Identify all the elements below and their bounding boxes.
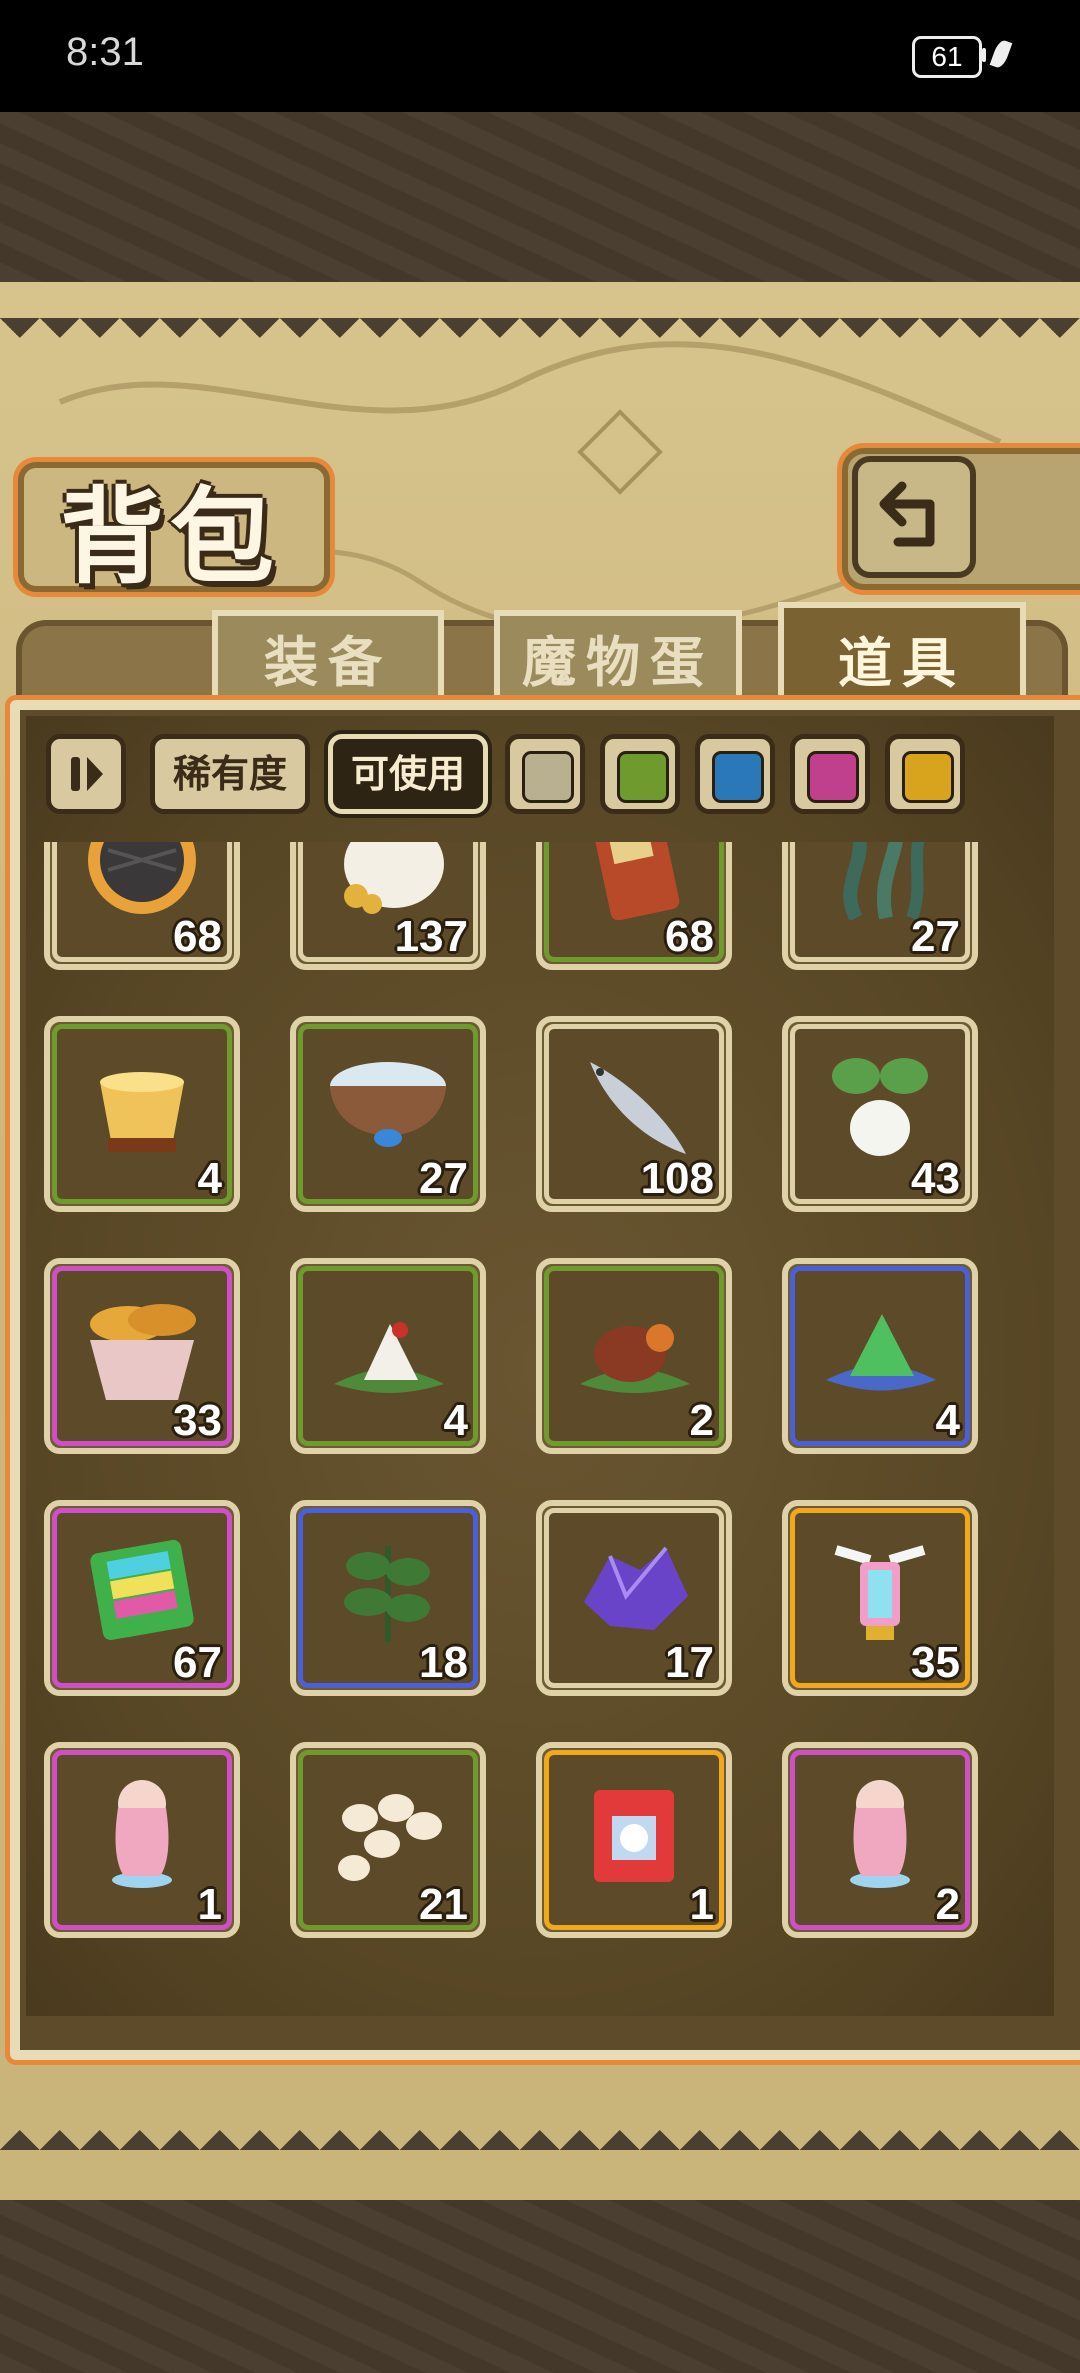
map-background-top — [0, 112, 1080, 282]
tab-equipment[interactable]: 装备 — [212, 610, 444, 708]
item-count: 108 — [640, 1154, 714, 1203]
item-slot-bread-basket[interactable]: 33 — [44, 1258, 240, 1454]
meat-icon — [580, 1324, 690, 1393]
rarity-blue-swatch — [712, 751, 764, 803]
status-bar: 8:31 61 — [0, 0, 1080, 112]
item-count: 4 — [443, 1396, 468, 1445]
torn-edge-bottom — [0, 2110, 1080, 2150]
usable-filter-button[interactable]: 可使用 — [328, 734, 488, 814]
tab-items[interactable]: 道具 — [778, 602, 1026, 712]
item-count: 35 — [911, 1638, 960, 1687]
item-slot-coin-sack[interactable]: 137 — [290, 842, 486, 970]
gift-box-icon — [594, 1790, 674, 1882]
item-count: 21 — [419, 1880, 468, 1929]
rarity-green-filter[interactable] — [600, 734, 680, 814]
rarity-gold-filter[interactable] — [885, 734, 965, 814]
item-count: 137 — [394, 912, 468, 961]
cookie-icon — [88, 842, 196, 914]
item-slot-radish[interactable]: 43 — [782, 1016, 978, 1212]
sort-toggle-button[interactable] — [46, 734, 126, 814]
item-slot-rice-dumpling[interactable]: 4 — [290, 1258, 486, 1454]
crystal-icon — [584, 1546, 688, 1630]
battery-nub — [982, 48, 986, 62]
figure-icon — [112, 1780, 172, 1888]
item-slot-herb-leaf[interactable]: 18 — [290, 1500, 486, 1696]
item-slot-jade-dumpling[interactable]: 4 — [782, 1258, 978, 1454]
item-slot-crystal-ore[interactable]: 17 — [536, 1500, 732, 1696]
page-title: 背包 — [60, 475, 281, 598]
item-count: 33 — [173, 1396, 222, 1445]
bread-basket-icon — [90, 1304, 196, 1400]
rarity-white-swatch — [522, 751, 574, 803]
item-count: 1 — [197, 1880, 222, 1929]
item-count: 1 — [689, 1880, 714, 1929]
eggs-icon — [338, 1794, 442, 1881]
item-count: 67 — [173, 1638, 222, 1687]
item-count: 27 — [911, 912, 960, 961]
snack-bag-icon — [591, 842, 680, 920]
item-slot-seaweed[interactable]: 27 — [782, 842, 978, 970]
pudding-icon — [100, 1072, 184, 1152]
leaf-icon — [344, 1546, 430, 1642]
map-background-bottom — [0, 2200, 1080, 2373]
item-slot-pudding[interactable]: 4 — [44, 1016, 240, 1212]
jelly-icon — [90, 1539, 194, 1641]
figure-icon — [850, 1780, 910, 1888]
item-slot-water-bowl[interactable]: 27 — [290, 1016, 486, 1212]
item-count: 4 — [197, 1154, 222, 1203]
item-slot-mystery-box[interactable]: 1 — [536, 1742, 732, 1938]
rarity-white-filter[interactable] — [505, 734, 585, 814]
torn-edge-top — [0, 318, 1080, 358]
item-slot-egg-pile[interactable]: 21 — [290, 1742, 486, 1938]
money-bag-icon — [344, 842, 444, 914]
rarity-purple-swatch — [807, 751, 859, 803]
return-arrow-icon — [879, 481, 935, 547]
item-slot-small-fish[interactable]: 108 — [536, 1016, 732, 1212]
rarity-filter-button[interactable]: 稀有度 — [150, 734, 310, 814]
rarity-green-swatch — [617, 751, 669, 803]
item-count: 4 — [935, 1396, 960, 1445]
rarity-gold-swatch — [902, 751, 954, 803]
item-count: 17 — [665, 1638, 714, 1687]
item-grid: 68 137 68 27 4 27 108 43 33 4 2 4 67 18 17 35 1 21 1 2 — [26, 842, 1054, 2016]
item-count: 68 — [665, 912, 714, 961]
item-count: 27 — [419, 1154, 468, 1203]
lantern-icon — [834, 1545, 926, 1640]
item-slot-charcoal-cookie[interactable]: 68 — [44, 842, 240, 970]
item-count: 68 — [173, 912, 222, 961]
battery-icon: 61 — [912, 36, 982, 78]
item-count: 2 — [689, 1396, 714, 1445]
item-slot-snack-bag[interactable]: 68 — [536, 842, 732, 970]
back-button[interactable] — [852, 456, 976, 578]
item-slot-winged-lantern[interactable]: 35 — [782, 1500, 978, 1696]
item-count: 18 — [419, 1638, 468, 1687]
item-slot-catgirl-figure[interactable]: 1 — [44, 1742, 240, 1938]
rarity-blue-filter[interactable] — [695, 734, 775, 814]
clock: 8:31 — [66, 30, 144, 74]
fish-icon — [590, 1062, 686, 1154]
power-saving-icon — [989, 38, 1013, 70]
item-slot-meat-dumpling[interactable]: 2 — [536, 1258, 732, 1454]
tab-monster-egg[interactable]: 魔物蛋 — [494, 610, 742, 708]
gem-dumpling-icon — [826, 1314, 936, 1391]
item-slot-warrior-figure[interactable]: 2 — [782, 1742, 978, 1938]
item-slot-rainbow-jelly[interactable]: 67 — [44, 1500, 240, 1696]
seaweed-icon — [843, 842, 925, 920]
radish-icon — [832, 1058, 928, 1156]
item-count: 43 — [911, 1154, 960, 1203]
bowl-icon — [330, 1062, 446, 1147]
item-count: 2 — [935, 1880, 960, 1929]
dumpling-icon — [334, 1322, 444, 1393]
pause-toggle-icon — [71, 757, 103, 791]
rarity-purple-filter[interactable] — [790, 734, 870, 814]
